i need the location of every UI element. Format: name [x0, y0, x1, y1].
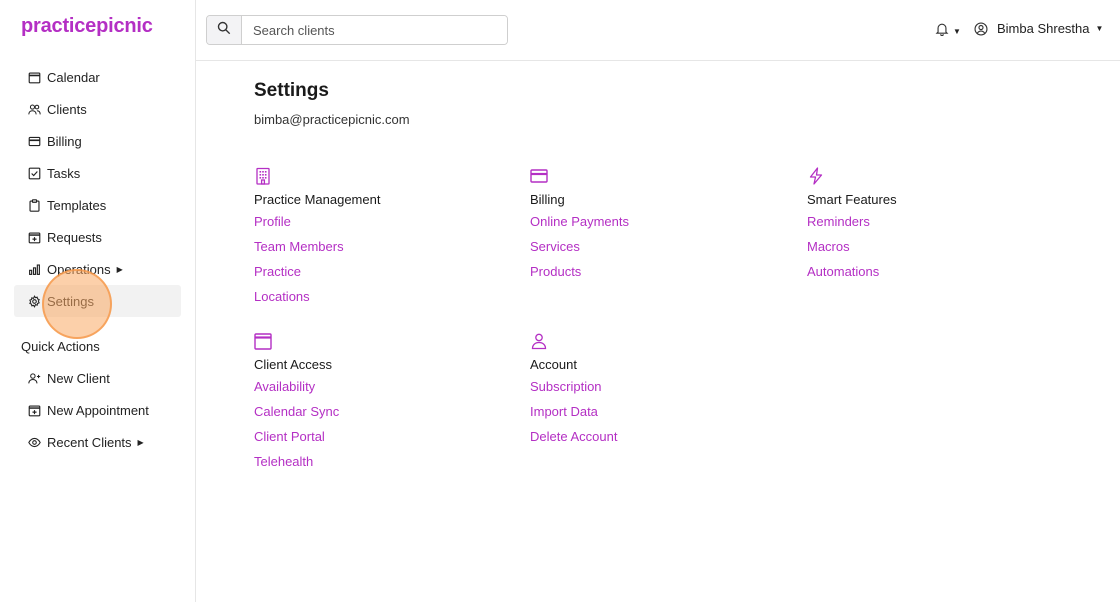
quick-action-label: New Appointment — [47, 402, 149, 418]
search-button[interactable] — [207, 16, 242, 44]
brand-logo[interactable]: practicepicnic — [21, 15, 153, 38]
link-availability[interactable]: Availability — [254, 375, 494, 400]
sidebar-item-billing[interactable]: Billing — [14, 125, 181, 157]
bar-chart-icon — [27, 262, 41, 276]
link-macros[interactable]: Macros — [807, 235, 1047, 260]
section-title: Smart Features — [807, 192, 897, 207]
section-title: Practice Management — [254, 192, 381, 207]
calendar-plus-icon — [27, 403, 41, 417]
top-bar: ▼ Bimba Shrestha ▼ — [196, 0, 1120, 61]
section-client-access: Client Access Availability Calendar Sync… — [254, 332, 494, 475]
user-name: Bimba Shrestha — [997, 21, 1090, 36]
section-smart-features: Smart Features Reminders Macros Automati… — [807, 167, 1047, 285]
page-title: Settings — [254, 80, 329, 101]
sidebar-nav: Calendar Clients Billing Tasks Templates — [14, 61, 181, 317]
quick-action-new-appointment[interactable]: New Appointment — [14, 394, 181, 426]
credit-card-icon — [27, 134, 41, 148]
search-box — [206, 15, 508, 45]
caret-down-icon: ▼ — [953, 27, 961, 36]
link-subscription[interactable]: Subscription — [530, 375, 770, 400]
quick-actions: New Client New Appointment Recent Client… — [14, 362, 181, 458]
building-icon — [254, 167, 272, 185]
sidebar-item-label: Tasks — [47, 165, 81, 181]
sidebar-item-label: Requests — [47, 229, 102, 245]
section-billing: Billing Online Payments Services Product… — [530, 167, 770, 285]
caret-right-icon: ▶ — [137, 437, 144, 447]
sidebar-item-label: Calendar — [47, 69, 100, 85]
link-telehealth[interactable]: Telehealth — [254, 450, 494, 475]
user-plus-icon — [27, 371, 41, 385]
link-online-payments[interactable]: Online Payments — [530, 210, 770, 235]
sidebar-item-label: Templates — [47, 197, 107, 213]
bell-icon — [935, 22, 949, 41]
sidebar-item-requests[interactable]: Requests — [14, 221, 181, 253]
link-profile[interactable]: Profile — [254, 210, 494, 235]
link-reminders[interactable]: Reminders — [807, 210, 1047, 235]
section-title: Account — [530, 357, 577, 372]
quick-action-new-client[interactable]: New Client — [14, 362, 181, 394]
link-products[interactable]: Products — [530, 260, 770, 285]
link-services[interactable]: Services — [530, 235, 770, 260]
quick-action-label: New Client — [47, 370, 110, 386]
eye-icon — [27, 435, 41, 449]
caret-right-icon: ▶ — [116, 264, 123, 274]
sidebar-item-operations[interactable]: Operations ▶ — [14, 253, 181, 285]
gear-icon — [27, 294, 41, 308]
section-title: Billing — [530, 192, 565, 207]
notifications-menu[interactable]: ▼ — [935, 22, 961, 41]
sidebar-item-clients[interactable]: Clients — [14, 93, 181, 125]
link-automations[interactable]: Automations — [807, 260, 1047, 285]
user-circle-icon — [974, 21, 988, 36]
checkbox-icon — [27, 166, 41, 180]
quick-actions-heading: Quick Actions — [21, 339, 100, 354]
quick-action-label: Recent Clients — [47, 434, 132, 450]
credit-card-icon — [530, 167, 548, 185]
link-delete-account[interactable]: Delete Account — [530, 425, 770, 450]
caret-down-icon: ▼ — [1095, 24, 1104, 33]
sidebar-item-templates[interactable]: Templates — [14, 189, 181, 221]
sidebar-item-calendar[interactable]: Calendar — [14, 61, 181, 93]
link-client-portal[interactable]: Client Portal — [254, 425, 494, 450]
person-icon — [530, 332, 548, 350]
sidebar-item-label: Operations — [47, 261, 111, 277]
sidebar-item-tasks[interactable]: Tasks — [14, 157, 181, 189]
account-email: bimba@practicepicnic.com — [254, 112, 410, 127]
section-account: Account Subscription Import Data Delete … — [530, 332, 770, 450]
lightning-icon — [807, 167, 825, 185]
search-icon — [217, 21, 231, 40]
sidebar: practicepicnic Calendar Clients Billing … — [0, 0, 196, 602]
sidebar-item-label: Settings — [47, 293, 94, 309]
calendar-icon — [27, 70, 41, 84]
section-practice-management: Practice Management Profile Team Members… — [254, 167, 494, 310]
clipboard-icon — [27, 198, 41, 212]
sidebar-item-label: Clients — [47, 101, 87, 117]
settings-content: Settings bimba@practicepicnic.com — [254, 80, 1094, 127]
link-team-members[interactable]: Team Members — [254, 235, 494, 260]
sidebar-item-settings[interactable]: Settings — [14, 285, 181, 317]
calendar-icon — [254, 332, 272, 350]
user-menu[interactable]: Bimba Shrestha ▼ — [974, 21, 1103, 36]
calendar-plus-icon — [27, 230, 41, 244]
sidebar-item-label: Billing — [47, 133, 82, 149]
link-locations[interactable]: Locations — [254, 285, 494, 310]
quick-action-recent-clients[interactable]: Recent Clients ▶ — [14, 426, 181, 458]
link-calendar-sync[interactable]: Calendar Sync — [254, 400, 494, 425]
link-import-data[interactable]: Import Data — [530, 400, 770, 425]
section-title: Client Access — [254, 357, 333, 372]
link-practice[interactable]: Practice — [254, 260, 494, 285]
search-input[interactable] — [242, 16, 507, 44]
users-icon — [27, 102, 41, 116]
